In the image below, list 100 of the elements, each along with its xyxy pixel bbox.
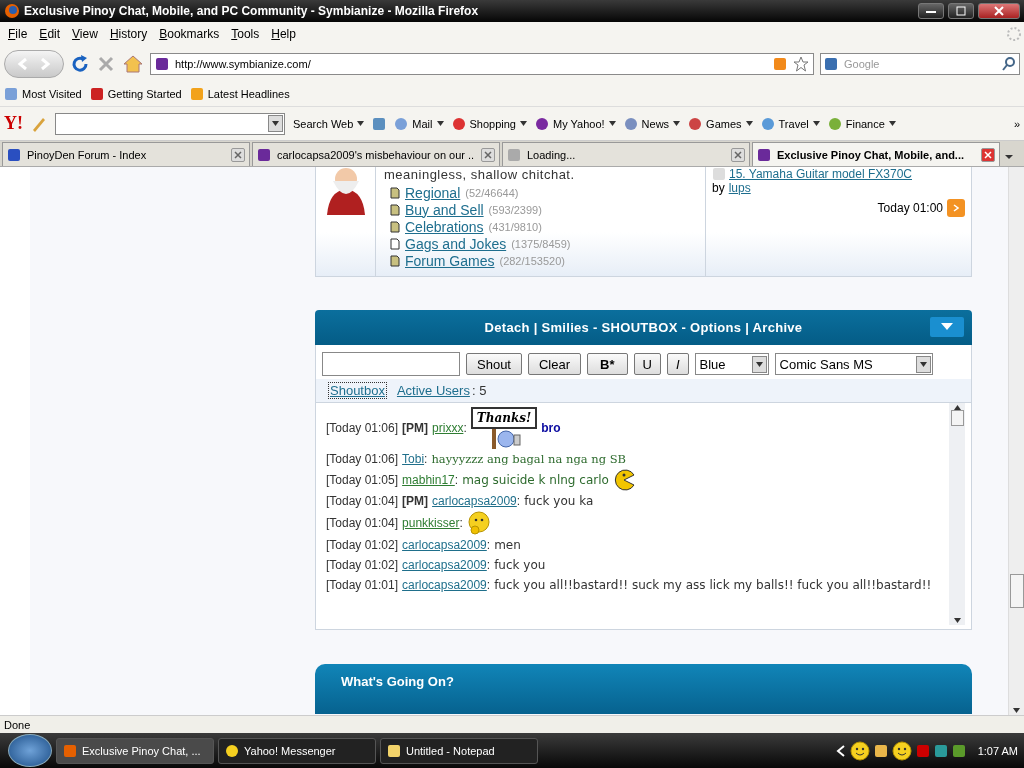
browser-tab[interactable]: Exclusive Pinoy Chat, Mobile, and... — [752, 142, 1000, 166]
toolbar-item[interactable]: Shopping — [451, 116, 527, 131]
username-link[interactable]: carlocapsa2009 — [402, 558, 487, 572]
tab-close-button[interactable] — [731, 147, 745, 162]
menu-item[interactable]: Help — [265, 26, 302, 41]
tab-close-button[interactable] — [981, 147, 995, 162]
toolbar-item[interactable]: Games — [688, 116, 753, 131]
sign-text: Thanks! — [470, 407, 538, 429]
font-select[interactable]: Comic Sans MS — [774, 353, 933, 375]
caret-icon[interactable] — [953, 618, 961, 623]
caret-icon[interactable] — [1013, 708, 1020, 713]
toolbar-button[interactable]: Clear — [528, 353, 582, 375]
section-title: What's Going On? — [341, 674, 454, 689]
toolbar-button[interactable]: I — [666, 353, 689, 375]
color-select[interactable]: Blue — [694, 353, 769, 375]
username-link[interactable]: carlocapsa2009 — [402, 578, 487, 592]
menu-item[interactable]: Tools — [225, 26, 266, 41]
caret-icon[interactable] — [812, 121, 820, 126]
caret-icon[interactable] — [745, 121, 753, 126]
toolbar-item[interactable]: Finance — [827, 116, 896, 131]
tab-close-button[interactable] — [481, 147, 495, 162]
subforum-link[interactable]: Buy and Sell — [405, 201, 484, 218]
collapse-button[interactable] — [930, 317, 964, 337]
caret-icon[interactable] — [888, 121, 896, 126]
smiley-tray-icon[interactable] — [849, 740, 870, 761]
taskbar-button[interactable]: Exclusive Pinoy Chat, ... — [56, 737, 214, 764]
subforum-link[interactable]: Regional — [405, 184, 461, 201]
pm-tag: [PM] — [402, 421, 429, 435]
menu-item[interactable]: Edit — [33, 26, 67, 41]
toolbar-button[interactable]: B* — [587, 353, 628, 375]
caret-icon[interactable] — [673, 121, 681, 126]
colon: : — [486, 578, 491, 592]
address-bar[interactable]: http://www.symbianize.com/ — [150, 52, 814, 75]
caret-icon[interactable] — [919, 361, 927, 367]
star-icon[interactable] — [793, 55, 809, 72]
yahoo-logo[interactable]: Y! — [4, 113, 23, 134]
home-icon[interactable] — [122, 53, 144, 74]
bookmark-link[interactable]: Most Visited — [22, 88, 82, 100]
username-link[interactable]: carlocapsa2009 — [402, 538, 487, 552]
caret-icon[interactable] — [357, 121, 365, 126]
chat-scrollbar[interactable] — [949, 403, 965, 625]
caret-icon[interactable] — [608, 121, 616, 126]
toolbar-button[interactable]: Shout — [466, 353, 522, 375]
menu-item[interactable]: History — [103, 26, 154, 41]
search-box[interactable]: Google — [820, 52, 1020, 75]
shout-input[interactable] — [322, 352, 460, 376]
caret-icon[interactable] — [520, 121, 527, 126]
shoutbox-tab[interactable]: Active Users — [394, 382, 472, 399]
scrollbar-thumb[interactable] — [950, 410, 964, 426]
scrollbar-thumb[interactable] — [1009, 574, 1024, 608]
dropdown-button[interactable] — [268, 115, 283, 132]
username-link[interactable]: carlocapsa2009 — [432, 494, 517, 508]
bookmark-link[interactable]: Getting Started — [107, 88, 182, 100]
minimize-button[interactable] — [918, 3, 944, 19]
caret-icon[interactable] — [755, 361, 763, 367]
subforum-link[interactable]: Gags and Jokes — [405, 235, 507, 252]
taskbar-button[interactable]: Untitled - Notepad — [380, 737, 538, 764]
activity-throbber-icon — [1006, 25, 1022, 42]
toolbar-button[interactable]: U — [633, 353, 661, 375]
post-count: (1375/8459) — [511, 237, 571, 250]
last-post-link[interactable]: 15. Yamaha Guitar model FX370C — [729, 167, 912, 181]
toolbar-item[interactable]: My Yahoo! — [535, 116, 616, 131]
chevron-right-icon — [953, 204, 959, 212]
toolbar-item[interactable]: News — [623, 116, 681, 131]
menu-item[interactable]: View — [66, 26, 104, 41]
bookmark-link[interactable]: Latest Headlines — [207, 88, 290, 100]
search-icon[interactable] — [1002, 56, 1016, 71]
browser-tab[interactable]: carlocapsa2009's misbehaviour on our ... — [252, 142, 500, 166]
chevron-left-icon[interactable] — [835, 744, 846, 757]
username-link[interactable]: mabhin17 — [402, 473, 455, 487]
taskbar-button[interactable]: Yahoo! Messenger — [218, 737, 376, 764]
subforum-link[interactable]: Celebrations — [405, 218, 484, 235]
browser-tab[interactable]: PinoyDen Forum - Index — [2, 142, 250, 166]
page-scrollbar[interactable] — [1008, 167, 1024, 715]
reload-icon[interactable] — [70, 53, 90, 74]
restore-button[interactable] — [948, 3, 974, 19]
message-time: [Today 01:06] — [326, 421, 399, 435]
post-count: (593/2399) — [488, 203, 542, 216]
toolbar-item[interactable]: Mail — [394, 116, 444, 131]
tab-close-button[interactable] — [231, 147, 245, 162]
tab-favicon — [507, 147, 521, 162]
toolbar-item-icon — [394, 116, 409, 131]
caret-icon[interactable] — [436, 121, 444, 126]
caret-icon[interactable] — [272, 121, 279, 126]
subforum-link[interactable]: Forum Games — [405, 252, 495, 269]
close-button[interactable] — [978, 3, 1020, 19]
start-button[interactable] — [8, 734, 52, 767]
message-time: [Today 01:02] — [326, 558, 399, 572]
menu-item[interactable]: File — [2, 26, 34, 41]
browser-tab[interactable]: Loading... — [502, 142, 750, 166]
toolbar-item[interactable]: Travel — [760, 116, 820, 131]
toolbar-search-field[interactable] — [55, 112, 285, 135]
message-text: fuck you ka — [524, 494, 594, 508]
messenger-tray-icon[interactable] — [891, 740, 912, 761]
author-link[interactable]: lups — [728, 181, 751, 195]
minimize-icon — [926, 9, 936, 13]
more-chevron[interactable]: » — [1013, 117, 1020, 130]
menu-item[interactable]: Bookmarks — [153, 26, 226, 41]
shoutbox-tab[interactable]: Shoutbox — [328, 382, 387, 399]
search-web-button[interactable]: Search Web — [293, 117, 365, 130]
